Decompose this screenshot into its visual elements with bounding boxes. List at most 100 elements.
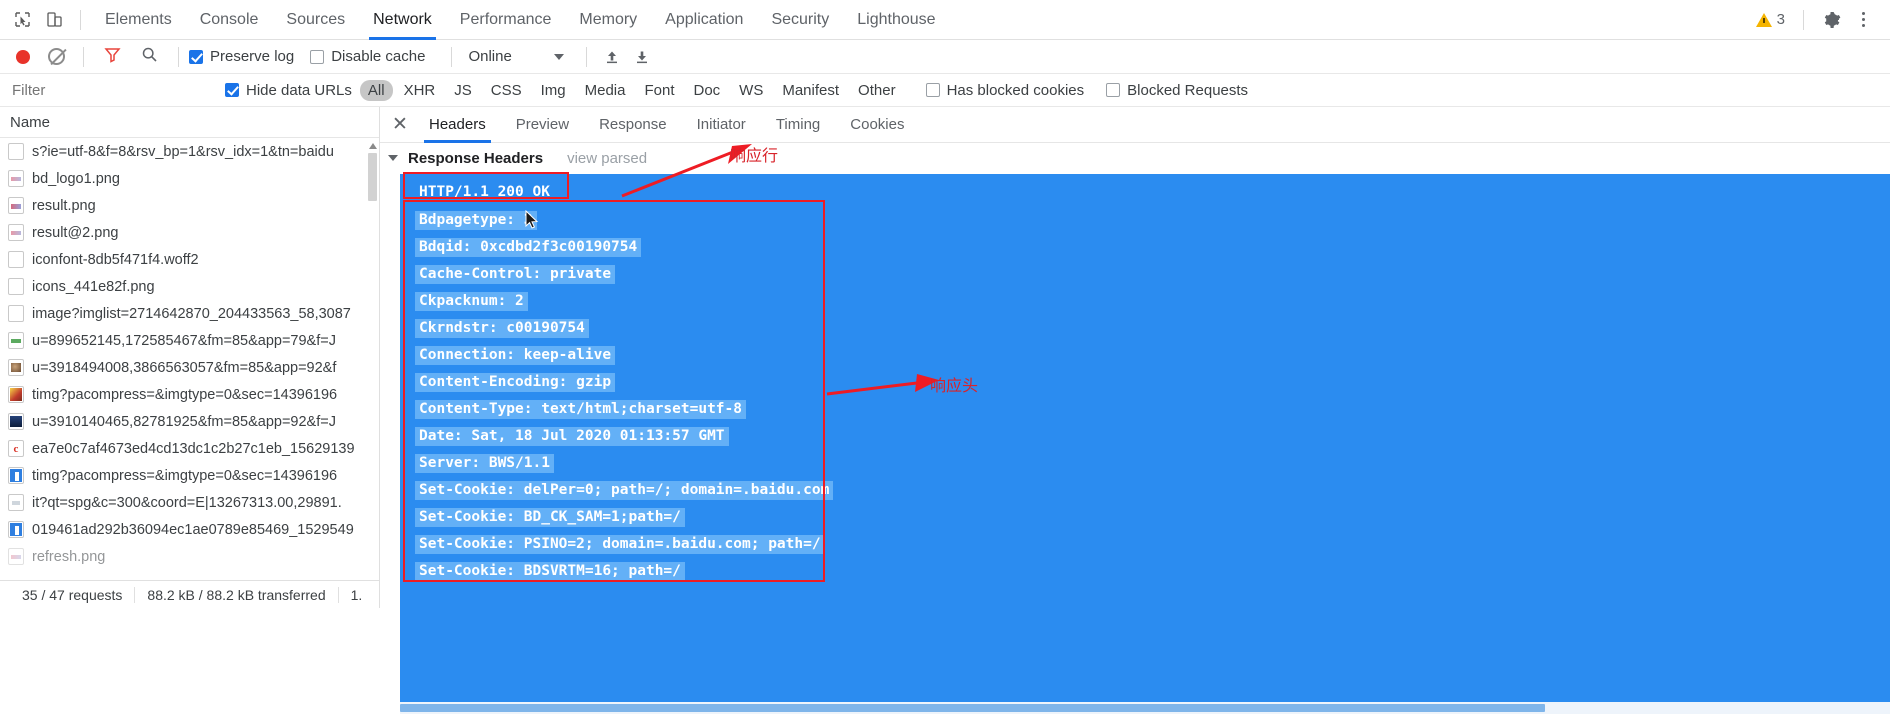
table-row[interactable]: s?ie=utf-8&f=8&rsv_bp=1&rsv_idx=1&tn=bai…	[0, 138, 379, 165]
table-row[interactable]: icons_441e82f.png	[0, 273, 379, 300]
request-name: bd_logo1.png	[32, 170, 120, 187]
throttle-select[interactable]: Online	[468, 48, 564, 65]
detail-tab-response[interactable]: Response	[584, 107, 682, 143]
tab-memory[interactable]: Memory	[565, 0, 651, 40]
table-row[interactable]: refresh.png	[0, 543, 379, 570]
tab-security[interactable]: Security	[757, 0, 843, 40]
header-line: Server: BWS/1.1	[415, 454, 554, 473]
table-row[interactable]: it?qt=spg&c=300&coord=E|13267313.00,2989…	[0, 489, 379, 516]
filter-input[interactable]	[10, 80, 225, 100]
detail-tab-cookies[interactable]: Cookies	[835, 107, 919, 143]
kebab-menu-icon[interactable]	[1850, 4, 1876, 36]
table-row[interactable]: u=899652145,172585467&fm=85&app=79&f=J	[0, 327, 379, 354]
hide-data-urls-checkbox[interactable]	[225, 83, 239, 97]
tab-elements[interactable]: Elements	[91, 0, 186, 40]
type-filter-ws[interactable]: WS	[731, 80, 771, 101]
requests-list[interactable]: s?ie=utf-8&f=8&rsv_bp=1&rsv_idx=1&tn=bai…	[0, 138, 379, 580]
funnel-filter-icon[interactable]	[104, 46, 121, 68]
type-filter-media[interactable]: Media	[577, 80, 634, 101]
scroll-up-icon[interactable]	[367, 140, 378, 151]
detail-tab-headers[interactable]: Headers	[414, 107, 501, 143]
disable-cache-label: Disable cache	[331, 48, 426, 65]
table-row[interactable]: image?imglist=2714642870_204433563_58,30…	[0, 300, 379, 327]
network-filter-bar: Hide data URLs All XHR JS CSS Img Media …	[0, 74, 1890, 107]
table-row[interactable]: u=3910140465,82781925&fm=85&app=92&f=J	[0, 408, 379, 435]
horizontal-scrollbar[interactable]	[400, 702, 1890, 714]
chevron-down-icon[interactable]	[388, 155, 398, 161]
table-row[interactable]: u=3918494008,3866563057&fm=85&app=92&f	[0, 354, 379, 381]
device-toolbar-icon[interactable]	[38, 5, 70, 35]
table-row[interactable]: result@2.png	[0, 219, 379, 246]
close-icon[interactable]: ✕	[386, 111, 414, 139]
table-row[interactable]: result.png	[0, 192, 379, 219]
clear-icon[interactable]	[48, 48, 65, 65]
type-filter-manifest[interactable]: Manifest	[774, 80, 847, 101]
type-filter-all[interactable]: All	[359, 79, 393, 101]
preserve-log-control[interactable]: Preserve log	[189, 48, 294, 65]
table-row[interactable]: iconfont-8db5f471f4.woff2	[0, 246, 379, 273]
request-name: icons_441e82f.png	[32, 278, 155, 295]
type-filter-js[interactable]: JS	[446, 80, 480, 101]
record-button-icon[interactable]	[16, 49, 30, 64]
table-row[interactable]: c ea7e0c7af4673ed4cd13dc1c2b27c1eb_156291…	[0, 435, 379, 462]
header-line: Set-Cookie: BDSVRTM=16; path=/	[415, 562, 685, 581]
detail-tab-preview[interactable]: Preview	[501, 107, 584, 143]
search-icon[interactable]	[141, 46, 158, 68]
blocked-requests-control[interactable]: Blocked Requests	[1106, 82, 1248, 99]
hide-data-urls-control[interactable]: Hide data URLs	[225, 82, 352, 99]
detail-tab-initiator[interactable]: Initiator	[682, 107, 761, 143]
has-blocked-cookies-control[interactable]: Has blocked cookies	[925, 81, 1085, 99]
header-line: Cache-Control: private	[415, 265, 616, 284]
type-filter-img[interactable]: Img	[533, 80, 574, 101]
response-headers-section-header[interactable]: Response Headers view parsed	[380, 143, 1890, 173]
tab-console[interactable]: Console	[186, 0, 273, 40]
table-row[interactable]: 019461ad292b36094ec1ae0789e85469_1529549	[0, 516, 379, 543]
header-line: Connection: keep-alive	[415, 346, 616, 365]
headers-annotation-arrow	[826, 374, 939, 396]
table-row[interactable]: timg?pacompress=&imgtype=0&sec=14396196	[0, 462, 379, 489]
preserve-log-checkbox[interactable]	[189, 49, 203, 64]
disable-cache-checkbox[interactable]	[310, 49, 325, 64]
request-name: refresh.png	[32, 548, 106, 565]
requests-column-header[interactable]: Name	[0, 107, 379, 138]
throttle-value: Online	[468, 48, 512, 65]
table-row[interactable]: bd_logo1.png	[0, 165, 379, 192]
has-blocked-cookies-checkbox[interactable]	[925, 83, 940, 97]
warning-count-chip[interactable]: 3	[1750, 11, 1791, 28]
image-icon	[8, 521, 24, 538]
tab-lighthouse[interactable]: Lighthouse	[843, 0, 949, 40]
headers-annotation-label: 响应头	[930, 376, 979, 395]
type-filter-doc[interactable]: Doc	[685, 80, 728, 101]
type-filter-xhr[interactable]: XHR	[396, 80, 444, 101]
tab-application[interactable]: Application	[651, 0, 757, 40]
detail-tab-timing[interactable]: Timing	[761, 107, 835, 143]
disable-cache-control[interactable]: Disable cache	[310, 48, 425, 65]
table-row[interactable]: timg?pacompress=&imgtype=0&sec=14396196	[0, 381, 379, 408]
requests-scrollbar[interactable]	[367, 140, 378, 580]
type-filter-other[interactable]: Other	[850, 80, 904, 101]
type-filter-css[interactable]: CSS	[483, 80, 530, 101]
upload-har-icon[interactable]	[597, 43, 627, 71]
preserve-log-label: Preserve log	[210, 48, 295, 65]
tab-sources[interactable]: Sources	[272, 0, 359, 40]
network-status-bar: 35 / 47 requests 88.2 kB / 88.2 kB trans…	[0, 580, 379, 608]
tab-performance[interactable]: Performance	[446, 0, 566, 40]
type-filter-font[interactable]: Font	[636, 80, 682, 101]
request-name: u=3910140465,82781925&fm=85&app=92&f=J	[32, 413, 336, 430]
document-icon	[8, 305, 24, 322]
request-name: result.png	[32, 197, 96, 214]
download-har-icon[interactable]	[627, 43, 657, 71]
tab-network[interactable]: Network	[359, 0, 446, 40]
inspect-element-icon[interactable]	[6, 5, 38, 35]
header-line: Content-Type: text/html;charset=utf-8	[415, 400, 747, 419]
image-icon	[8, 548, 24, 565]
has-blocked-cookies-label: Has blocked cookies	[946, 81, 1085, 99]
network-controls-toolbar: Preserve log Disable cache Online	[0, 40, 1890, 74]
image-icon	[8, 359, 24, 376]
horizontal-scrollbar-thumb[interactable]	[400, 704, 1545, 712]
scrollbar-thumb[interactable]	[368, 153, 377, 201]
gear-icon[interactable]	[1816, 4, 1848, 36]
image-icon: c	[8, 440, 24, 457]
request-name: 019461ad292b36094ec1ae0789e85469_1529549	[32, 521, 354, 538]
blocked-requests-checkbox[interactable]	[1106, 83, 1121, 97]
